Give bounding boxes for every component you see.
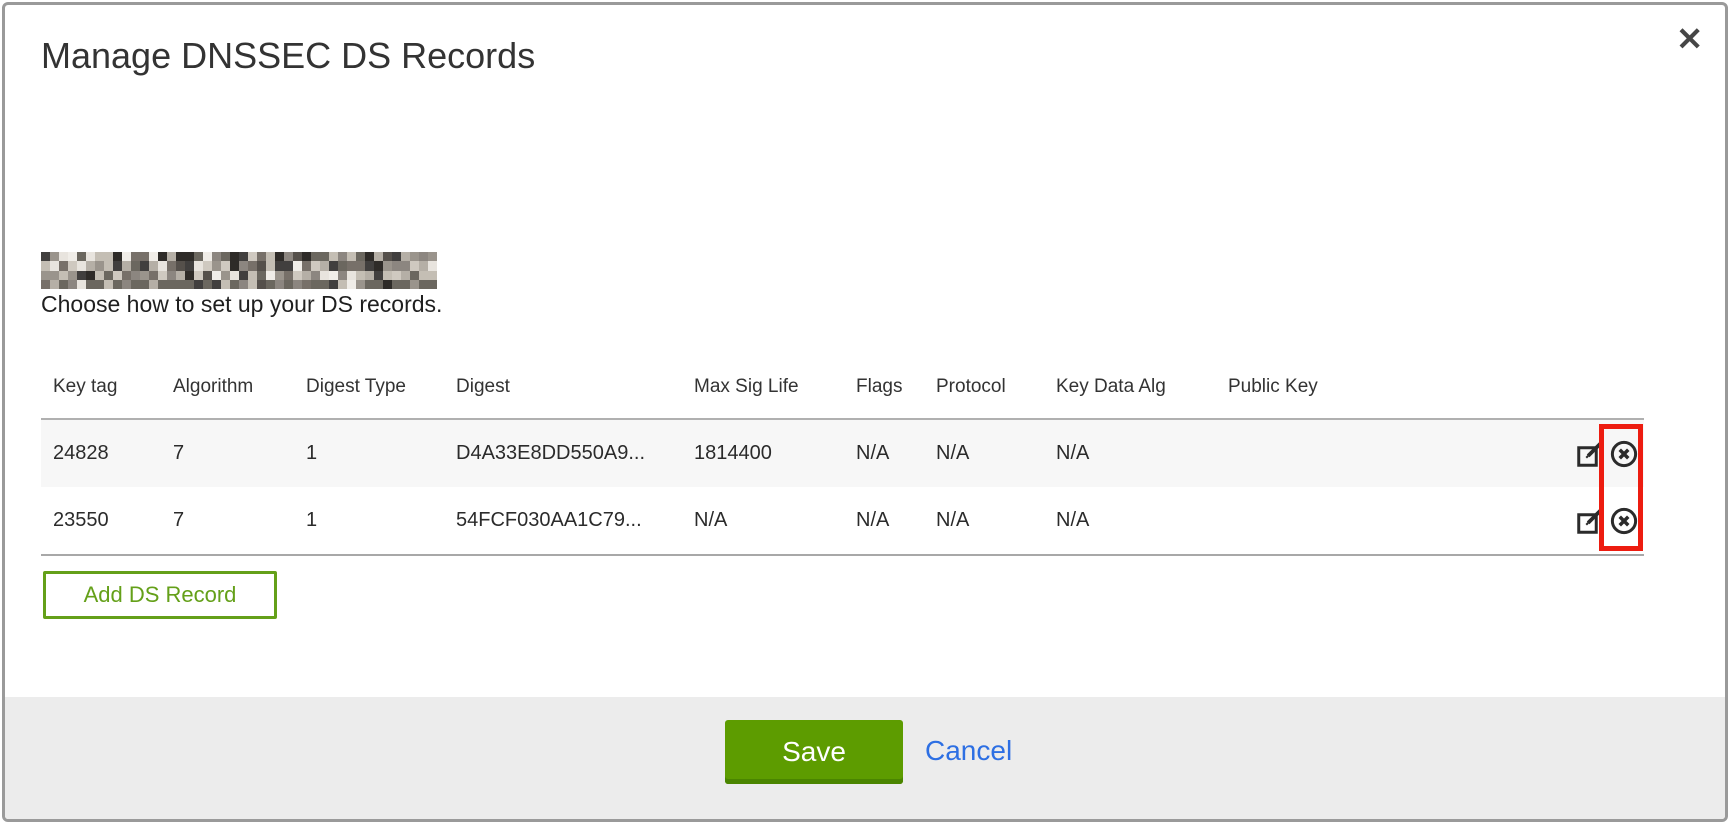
edit-icon xyxy=(1575,439,1605,469)
col-header-flags: Flags xyxy=(844,355,924,419)
ds-records-table: Key tag Algorithm Digest Type Digest Max… xyxy=(41,355,1644,556)
delete-icon xyxy=(1609,506,1639,536)
cell-algorithm: 7 xyxy=(161,487,294,555)
domain-name-redacted xyxy=(41,252,437,289)
col-header-algorithm: Algorithm xyxy=(161,355,294,419)
cell-public-key xyxy=(1216,487,1534,555)
cell-key-data-alg: N/A xyxy=(1044,419,1216,487)
dialog-subtitle: Choose how to set up your DS records. xyxy=(41,291,442,318)
cell-max-sig-life: N/A xyxy=(682,487,844,555)
cell-protocol: N/A xyxy=(924,419,1044,487)
cell-digest: D4A33E8DD550A9... xyxy=(444,419,682,487)
col-header-digest-type: Digest Type xyxy=(294,355,444,419)
cell-protocol: N/A xyxy=(924,487,1044,555)
save-button[interactable]: Save xyxy=(725,720,903,784)
delete-record-button[interactable] xyxy=(1608,438,1640,470)
edit-icon xyxy=(1575,506,1605,536)
col-header-public-key: Public Key xyxy=(1216,355,1534,419)
col-header-key-data-alg: Key Data Alg xyxy=(1044,355,1216,419)
cell-flags: N/A xyxy=(844,419,924,487)
cell-digest: 54FCF030AA1C79... xyxy=(444,487,682,555)
delete-record-button[interactable] xyxy=(1608,505,1640,537)
cell-actions xyxy=(1534,487,1644,555)
edit-record-button[interactable] xyxy=(1574,505,1606,537)
col-header-actions xyxy=(1534,355,1644,419)
dialog-title: Manage DNSSEC DS Records xyxy=(41,35,535,77)
cell-key-data-alg: N/A xyxy=(1044,487,1216,555)
cell-digest-type: 1 xyxy=(294,487,444,555)
dialog-footer: Save Cancel xyxy=(5,697,1725,819)
col-header-protocol: Protocol xyxy=(924,355,1044,419)
cell-digest-type: 1 xyxy=(294,419,444,487)
delete-icon xyxy=(1609,439,1639,469)
table-row: 23550 7 1 54FCF030AA1C79... N/A N/A N/A … xyxy=(41,487,1644,555)
add-ds-record-button[interactable]: Add DS Record xyxy=(43,571,277,619)
cell-algorithm: 7 xyxy=(161,419,294,487)
cell-max-sig-life: 1814400 xyxy=(682,419,844,487)
col-header-key-tag: Key tag xyxy=(41,355,161,419)
cell-flags: N/A xyxy=(844,487,924,555)
cell-actions xyxy=(1534,419,1644,487)
cell-key-tag: 24828 xyxy=(41,419,161,487)
table-row: 24828 7 1 D4A33E8DD550A9... 1814400 N/A … xyxy=(41,419,1644,487)
edit-record-button[interactable] xyxy=(1574,438,1606,470)
cancel-link[interactable]: Cancel xyxy=(925,735,1012,767)
cell-public-key xyxy=(1216,419,1534,487)
close-icon[interactable]: ✕ xyxy=(1676,23,1703,55)
col-header-max-sig-life: Max Sig Life xyxy=(682,355,844,419)
cell-key-tag: 23550 xyxy=(41,487,161,555)
table-header-row: Key tag Algorithm Digest Type Digest Max… xyxy=(41,355,1644,419)
manage-dnssec-dialog: Manage DNSSEC DS Records ✕ Choose how to… xyxy=(2,2,1728,822)
col-header-digest: Digest xyxy=(444,355,682,419)
